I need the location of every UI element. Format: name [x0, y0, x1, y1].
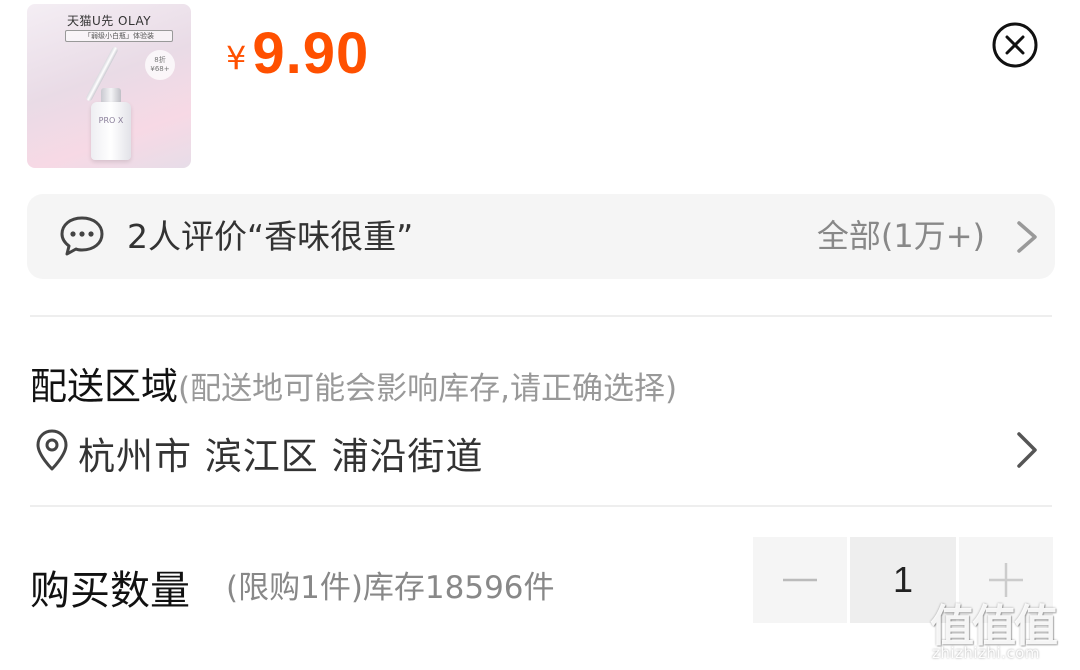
quantity-title: 购买数量 — [30, 568, 190, 614]
review-summary-text: 2人评价“香味很重” — [127, 217, 414, 256]
product-thumbnail[interactable]: 天猫U先 OLAY 「弱级小白瓶」体验装 8折 ¥68+ PRO X — [27, 4, 191, 168]
thumbnail-brand-text: 天猫U先 OLAY — [66, 14, 152, 28]
delivery-location[interactable]: 杭州市 滨江区 浦沿街道 — [78, 426, 484, 480]
price-value: 9.90 — [252, 21, 370, 86]
quantity-decrement-button[interactable] — [753, 537, 847, 623]
quantity-value[interactable]: 1 — [850, 537, 956, 623]
price-currency: ¥ — [226, 39, 247, 77]
delivery-title: 配送区域 — [30, 365, 178, 408]
close-circle-icon — [992, 22, 1038, 68]
minus-icon — [783, 578, 817, 582]
divider — [30, 315, 1052, 317]
thumbnail-tag: 「弱级小白瓶」体验装 — [65, 30, 173, 42]
watermark-url: zhizhizhi.com — [932, 644, 1040, 662]
delivery-hint: (配送地可能会影响库存,请正确选择) — [178, 371, 678, 407]
thumbnail-badge: 8折 ¥68+ — [145, 50, 175, 80]
delivery-section-title: 配送区域(配送地可能会影响库存,请正确选择) — [30, 356, 677, 410]
close-button[interactable] — [992, 22, 1038, 68]
plus-icon — [989, 563, 1023, 597]
review-summary-bar[interactable]: 2人评价“香味很重” 全部(1万+) — [27, 194, 1055, 279]
chat-bubble-icon — [60, 216, 104, 256]
thumbnail-bottle-label: PRO X — [98, 116, 124, 125]
thumbnail-bottle — [91, 102, 131, 160]
product-price: ¥9.90 — [226, 20, 369, 87]
chevron-right-icon[interactable] — [1014, 430, 1040, 470]
review-all-link[interactable]: 全部(1万+) — [817, 194, 985, 279]
chevron-right-icon — [1017, 221, 1037, 253]
quantity-increment-button[interactable] — [959, 537, 1053, 623]
quantity-stepper[interactable]: 1 — [753, 537, 1053, 623]
divider — [30, 505, 1052, 507]
quantity-hint: (限购1件)库存18596件 — [226, 570, 555, 606]
location-pin-icon — [36, 429, 68, 471]
